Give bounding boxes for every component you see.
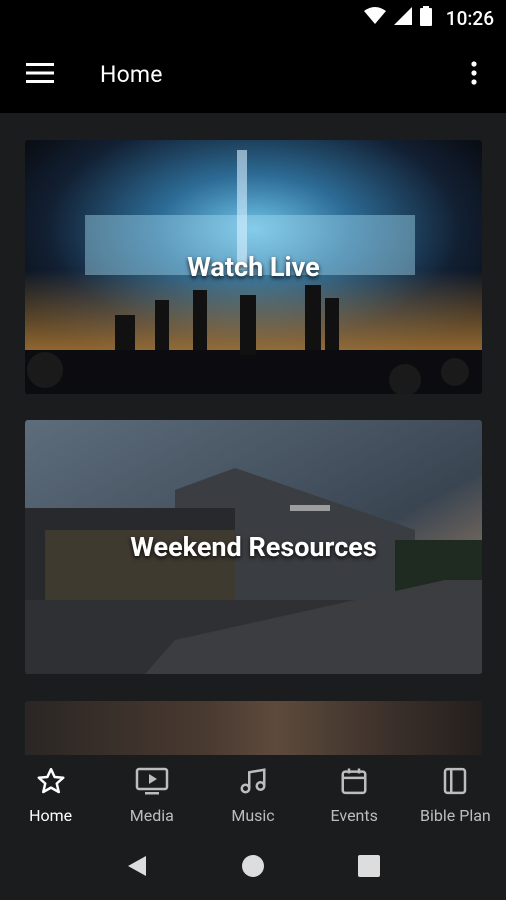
menu-button[interactable] (18, 53, 62, 97)
wifi-icon (363, 7, 386, 29)
battery-icon (419, 6, 432, 30)
home-circle-icon[interactable] (241, 854, 265, 882)
nav-label: Media (129, 805, 174, 825)
recents-square-icon[interactable] (357, 854, 380, 881)
nav-media[interactable]: Media (101, 755, 202, 835)
signal-icon (393, 7, 412, 29)
star-icon (36, 766, 66, 800)
nav-music[interactable]: Music (202, 755, 303, 835)
bottom-navigation: Home Media Music Events Bible Plan (0, 755, 506, 835)
nav-label: Bible Plan (420, 805, 491, 825)
card-title: Weekend Resources (130, 531, 377, 563)
nav-bible-plan[interactable]: Bible Plan (405, 755, 506, 835)
more-vert-icon (471, 60, 477, 89)
nav-label: Music (231, 805, 275, 825)
book-icon (440, 766, 470, 800)
page-title: Home (100, 61, 163, 88)
weekend-resources-card[interactable]: Weekend Resources (25, 420, 482, 674)
overflow-menu-button[interactable] (456, 53, 492, 97)
content-list[interactable]: Watch Live Weekend Resources (0, 113, 506, 755)
app-bar: Home (0, 36, 506, 113)
nav-label: Home (29, 805, 73, 825)
nav-home[interactable]: Home (0, 755, 101, 835)
system-navigation-bar (0, 835, 506, 900)
watch-live-card[interactable]: Watch Live (25, 140, 482, 394)
calendar-icon (339, 766, 369, 800)
music-note-icon (238, 766, 268, 800)
content-card[interactable] (25, 701, 482, 755)
tv-play-icon (135, 766, 169, 800)
nav-label: Events (330, 805, 378, 825)
back-icon[interactable] (126, 854, 148, 882)
hamburger-menu-icon (26, 62, 54, 87)
card-title: Watch Live (187, 251, 320, 283)
nav-events[interactable]: Events (304, 755, 405, 835)
status-bar: 10:26 (0, 0, 506, 36)
status-time: 10:26 (445, 6, 494, 30)
